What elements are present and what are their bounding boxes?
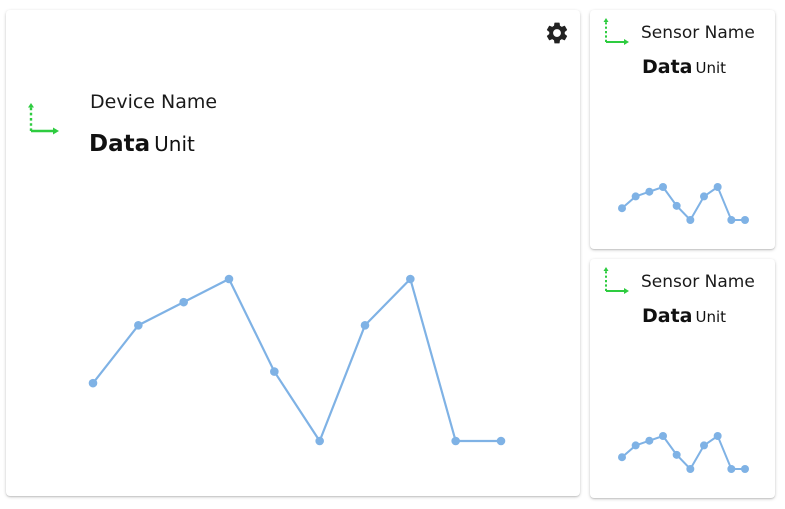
data-point-1 <box>618 204 626 213</box>
data-point-7 <box>360 320 370 330</box>
data-point-5 <box>270 367 279 376</box>
data-point-6 <box>315 436 324 446</box>
device-card[interactable]: Device Name Data Unit <box>6 10 580 496</box>
data-point-8 <box>713 183 722 191</box>
data-point-4 <box>659 432 667 440</box>
data-point-1 <box>88 378 98 388</box>
data-point-2 <box>631 192 640 201</box>
data-point-9 <box>727 465 736 473</box>
data-point-3 <box>645 187 654 196</box>
data-point-8 <box>406 274 415 284</box>
data-point-5 <box>672 201 681 210</box>
data-point-9 <box>451 436 460 446</box>
sensor-card-2[interactable]: Sensor Name Data Unit <box>590 259 775 498</box>
data-point-9 <box>727 216 736 224</box>
data-point-3 <box>645 436 654 445</box>
dashboard: Device Name Data Unit Sensor Name Data Uni… <box>0 0 785 509</box>
sensor-sparkline <box>618 183 749 224</box>
data-point-6 <box>686 465 695 473</box>
data-point-2 <box>134 320 143 330</box>
data-point-5 <box>672 450 681 459</box>
data-point-6 <box>686 216 695 224</box>
data-point-1 <box>618 453 626 462</box>
series-line <box>92 277 501 443</box>
device-line-chart <box>88 274 506 446</box>
data-point-4 <box>659 183 667 191</box>
data-point-8 <box>713 432 722 440</box>
data-point-10 <box>741 216 749 224</box>
sensor-card-1[interactable]: Sensor Name Data Unit <box>590 10 775 249</box>
data-point-3 <box>179 297 188 307</box>
series-line <box>621 435 745 470</box>
data-point-7 <box>700 192 708 201</box>
data-point-10 <box>741 465 749 473</box>
data-point-10 <box>496 436 506 446</box>
data-point-2 <box>631 441 640 450</box>
data-point-7 <box>700 441 708 450</box>
sensor-sparkline <box>618 432 749 473</box>
series-line <box>621 186 745 221</box>
data-point-4 <box>224 274 234 284</box>
